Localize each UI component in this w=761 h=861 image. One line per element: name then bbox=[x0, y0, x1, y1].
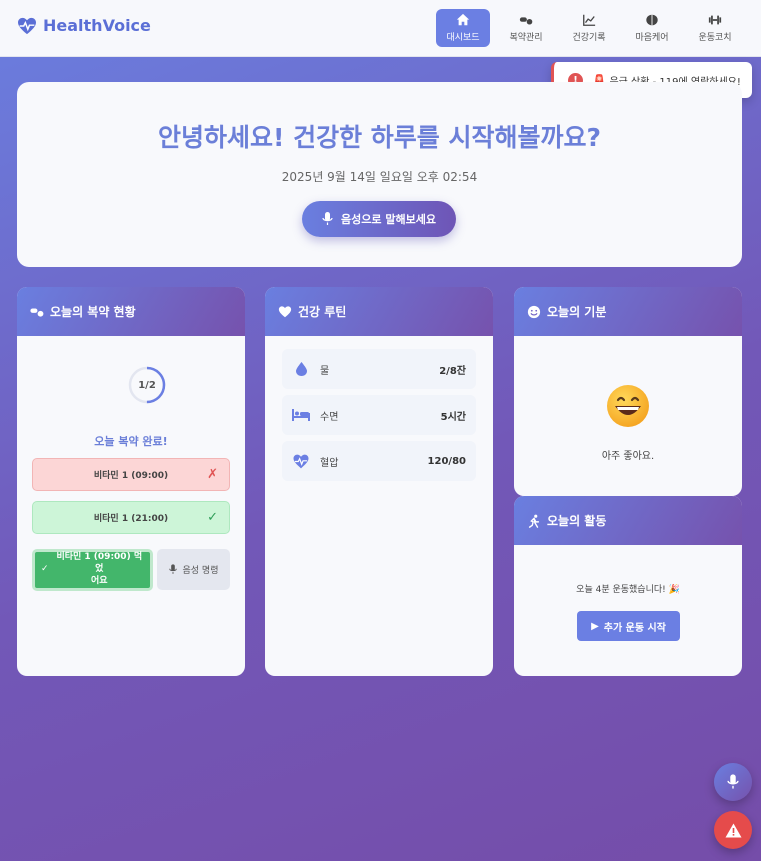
heart-pulse-icon bbox=[18, 17, 36, 34]
bed-icon bbox=[292, 409, 310, 421]
medication-item[interactable]: 비타민 1 (21:00) ✓ bbox=[32, 501, 230, 534]
welcome-panel: 안녕하세요! 건강한 하루를 시작해볼까요? 2025년 9월 14일 일요일 … bbox=[17, 82, 742, 267]
microphone-icon bbox=[727, 774, 739, 789]
current-datetime: 2025년 9월 14일 일요일 오후 02:54 bbox=[281, 170, 478, 184]
nav-medication-label: 복약관리 bbox=[509, 33, 543, 43]
routine-row-water[interactable]: 물 2/8잔 bbox=[282, 349, 476, 389]
chart-line-icon bbox=[583, 14, 596, 26]
voice-input-button[interactable]: 음성으로 말해보세요 bbox=[302, 201, 456, 237]
voice-command-button[interactable]: 음성 명령 bbox=[157, 549, 230, 590]
play-icon: ▶ bbox=[591, 620, 599, 632]
brand-name: HealthVoice bbox=[43, 16, 151, 35]
medication-item-label: 비타민 1 (21:00) bbox=[93, 514, 169, 524]
nav-dashboard-label: 대시보드 bbox=[446, 33, 480, 43]
brain-icon bbox=[646, 14, 658, 26]
emergency-button[interactable] bbox=[714, 811, 752, 849]
health-routine-card: 건강 루틴 물 2/8잔 수면 5시간 혈압 120/80 bbox=[265, 287, 493, 676]
routine-value: 2/8잔 bbox=[439, 365, 466, 377]
routine-card-header: 건강 루틴 bbox=[265, 287, 493, 336]
home-icon bbox=[456, 13, 470, 26]
warning-triangle-icon bbox=[725, 823, 741, 837]
nav-health-records-label: 건강기록 bbox=[572, 33, 606, 43]
activity-summary: 오늘 4분 운동했습니다! 🎉 bbox=[576, 585, 680, 595]
medication-card: 오늘의 복약 현황 1/2 오늘 복약 완료! 비타민 1 (09:00) ✗ … bbox=[17, 287, 245, 676]
medication-item[interactable]: 비타민 1 (09:00) ✗ bbox=[32, 458, 230, 491]
main-nav: 대시보드 복약관리 건강기록 마음케어 운동코치 bbox=[436, 9, 751, 47]
nav-medication[interactable]: 복약관리 bbox=[499, 9, 553, 47]
nav-mind-care-label: 마음케어 bbox=[635, 33, 669, 43]
medication-card-title: 오늘의 복약 현황 bbox=[50, 305, 136, 319]
mood-card-header: 오늘의 기분 bbox=[514, 287, 742, 336]
nav-health-records[interactable]: 건강기록 bbox=[562, 9, 616, 47]
activity-card-title: 오늘의 활동 bbox=[547, 514, 607, 528]
mark-taken-button[interactable]: ✓ 비타민 1 (09:00) 먹었 어요 bbox=[32, 549, 153, 591]
page-title: 안녕하세요! 건강한 하루를 시작해볼까요? bbox=[157, 123, 602, 152]
pills-icon bbox=[519, 17, 533, 25]
smile-icon bbox=[527, 305, 541, 318]
routine-label: 수면 bbox=[320, 411, 339, 423]
missed-x-icon: ✗ bbox=[207, 467, 218, 482]
routine-label: 혈압 bbox=[320, 457, 339, 469]
checkmark-icon: ✓ bbox=[207, 510, 218, 525]
brand[interactable]: HealthVoice bbox=[17, 16, 151, 35]
app-header: HealthVoice 대시보드 복약관리 건강기록 마음케어 운동코치 bbox=[0, 0, 761, 57]
water-drop-icon bbox=[292, 362, 310, 376]
routine-label: 물 bbox=[320, 365, 330, 377]
voice-command-label: 음성 명령 bbox=[182, 566, 219, 576]
heart-icon bbox=[278, 305, 292, 317]
voice-input-label: 음성으로 말해보세요 bbox=[341, 213, 436, 226]
checkmark-icon: ✓ bbox=[41, 564, 49, 575]
floating-voice-button[interactable] bbox=[714, 763, 752, 801]
microphone-icon bbox=[322, 212, 333, 225]
pills-icon bbox=[30, 308, 44, 317]
medication-status: 오늘 복약 완료! bbox=[94, 435, 168, 448]
heart-pulse-icon bbox=[292, 454, 310, 469]
routine-row-sleep[interactable]: 수면 5시간 bbox=[282, 395, 476, 435]
nav-mind-care[interactable]: 마음케어 bbox=[625, 9, 679, 47]
running-icon bbox=[528, 514, 540, 528]
routine-value: 120/80 bbox=[427, 455, 466, 467]
start-exercise-label: 추가 운동 시작 bbox=[603, 622, 666, 634]
medication-progress-label: 1/2 bbox=[138, 379, 156, 391]
microphone-icon bbox=[168, 564, 177, 574]
mood-text: 아주 좋아요. bbox=[601, 451, 655, 462]
activity-card: 오늘의 활동 오늘 4분 운동했습니다! 🎉 ▶ 추가 운동 시작 bbox=[514, 496, 742, 676]
nav-exercise-coach[interactable]: 운동코치 bbox=[688, 9, 742, 47]
start-exercise-button[interactable]: ▶ 추가 운동 시작 bbox=[577, 611, 680, 641]
mood-card: 오늘의 기분 아주 좋아요. bbox=[514, 287, 742, 496]
routine-card-title: 건강 루틴 bbox=[298, 305, 347, 319]
medication-card-header: 오늘의 복약 현황 bbox=[17, 287, 245, 336]
routine-row-blood-pressure[interactable]: 혈압 120/80 bbox=[282, 441, 476, 481]
mood-card-title: 오늘의 기분 bbox=[547, 305, 607, 319]
medication-progress-ring: 1/2 bbox=[127, 365, 167, 405]
grinning-face-icon bbox=[607, 385, 649, 427]
routine-value: 5시간 bbox=[440, 411, 466, 423]
dumbbell-icon bbox=[708, 15, 722, 25]
activity-card-header: 오늘의 활동 bbox=[514, 496, 742, 545]
mark-taken-label: 비타민 1 (09:00) 먹었 어요 bbox=[56, 552, 143, 586]
medication-item-label: 비타민 1 (09:00) bbox=[93, 471, 169, 481]
nav-exercise-coach-label: 운동코치 bbox=[698, 33, 732, 43]
nav-dashboard[interactable]: 대시보드 bbox=[436, 9, 490, 47]
